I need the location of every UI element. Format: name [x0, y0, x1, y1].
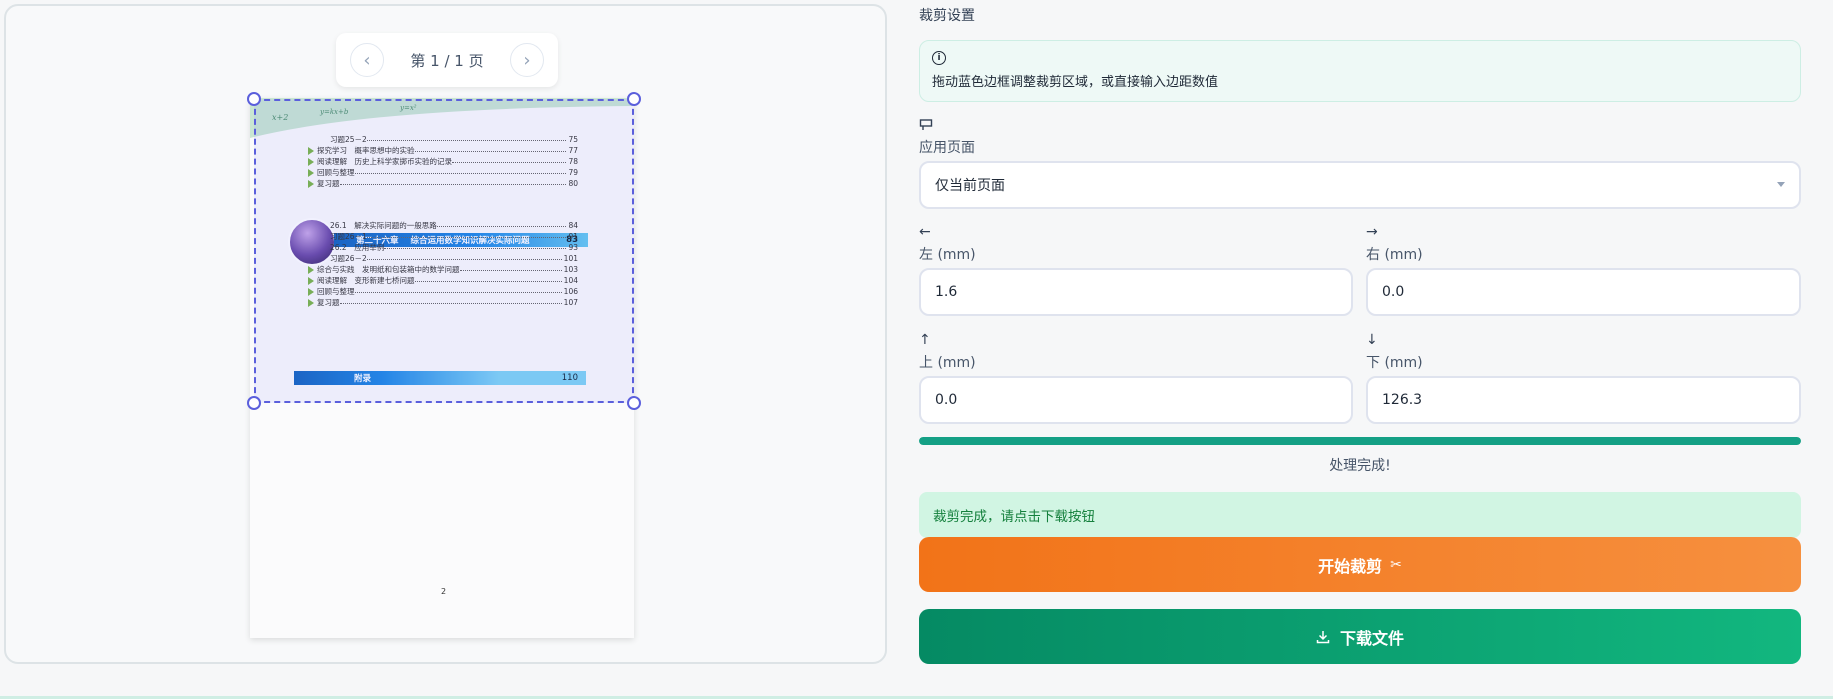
crop-handle-bottom-left[interactable]	[247, 396, 261, 410]
apply-pages-label: 应用页面	[919, 140, 975, 156]
prev-page-button[interactable]: ‹	[350, 43, 384, 77]
left-margin-input[interactable]: 1.6	[919, 268, 1353, 316]
page-navigator: ‹ 第 1 / 1 页 ›	[336, 33, 558, 87]
right-margin-input[interactable]: 0.0	[1366, 268, 1801, 316]
crop-box[interactable]	[247, 92, 641, 410]
crop-handle-top-left[interactable]	[247, 92, 261, 106]
right-margin-label: 右 (mm)	[1366, 247, 1423, 263]
left-margin-label: 左 (mm)	[919, 247, 976, 263]
page-indicator: 第 1 / 1 页	[410, 51, 484, 70]
arrow-down-icon: ↓	[1366, 332, 1378, 348]
download-icon	[1316, 630, 1330, 643]
left-margin-value: 1.6	[935, 284, 958, 300]
top-margin-value: 0.0	[935, 392, 958, 408]
progress-fill	[919, 437, 1801, 445]
success-message: 裁剪完成，请点击下载按钮	[919, 492, 1801, 538]
top-margin-input[interactable]: 0.0	[919, 376, 1353, 424]
settings-title: 裁剪设置	[919, 8, 975, 24]
progress-bar	[919, 437, 1801, 445]
bottom-margin-input[interactable]: 126.3	[1366, 376, 1801, 424]
bottom-margin-label: 下 (mm)	[1366, 355, 1423, 371]
arrow-right-icon: →	[1366, 224, 1378, 240]
apply-pages-select[interactable]: 仅当前页面	[919, 161, 1801, 209]
info-text: 拖动蓝色边框调整裁剪区域，或直接输入边距数值	[932, 75, 1219, 90]
info-icon: i	[932, 51, 946, 65]
page-footer-number: 2	[441, 587, 447, 596]
start-crop-label: 开始裁剪	[1318, 556, 1383, 576]
crop-handle-top-right[interactable]	[627, 92, 641, 106]
arrow-up-icon: ↑	[919, 332, 931, 348]
progress-status: 处理完成!	[1329, 458, 1391, 474]
scissors-icon: ✂	[1390, 556, 1402, 573]
apply-pages-value: 仅当前页面	[935, 178, 1005, 194]
bottom-margin-value: 126.3	[1382, 392, 1423, 408]
chevron-right-icon: ›	[523, 49, 531, 71]
settings-panel: 裁剪设置 i 拖动蓝色边框调整裁剪区域，或直接输入边距数值 应用页面 仅当前页面…	[919, 0, 1801, 699]
page-icon	[919, 119, 933, 130]
download-label: 下载文件	[1339, 628, 1404, 648]
download-button[interactable]: 下载文件	[919, 609, 1801, 664]
chevron-down-icon	[1777, 182, 1785, 187]
start-crop-button[interactable]: 开始裁剪 ✂	[919, 537, 1801, 592]
next-page-button[interactable]: ›	[510, 43, 544, 77]
right-margin-value: 0.0	[1382, 284, 1405, 300]
chevron-left-icon: ‹	[363, 49, 371, 71]
arrow-left-icon: ←	[919, 224, 931, 240]
info-banner: i 拖动蓝色边框调整裁剪区域，或直接输入边距数值	[919, 40, 1801, 102]
crop-handle-bottom-right[interactable]	[627, 396, 641, 410]
top-margin-label: 上 (mm)	[919, 355, 976, 371]
